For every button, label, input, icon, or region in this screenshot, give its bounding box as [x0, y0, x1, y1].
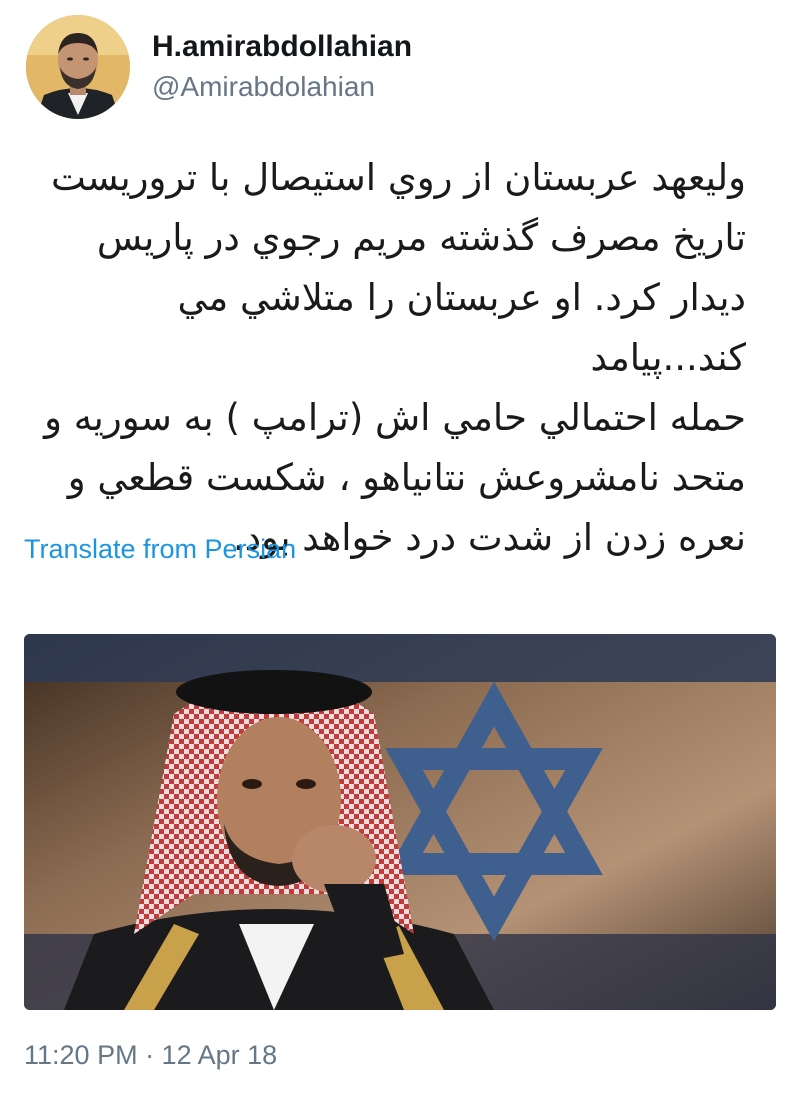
- display-name[interactable]: H.amirabdollahian: [152, 29, 412, 65]
- translate-link[interactable]: Translate from Persian: [24, 534, 296, 565]
- tweet-header: H.amirabdollahian @Amirabdolahian: [20, 15, 780, 125]
- tweet-timestamp[interactable]: 11:20 PM · 12 Apr 18: [24, 1040, 277, 1071]
- avatar[interactable]: [26, 15, 130, 119]
- profile-photo-icon: [26, 15, 130, 119]
- user-handle[interactable]: @Amirabdolahian: [152, 69, 412, 105]
- user-names: H.amirabdollahian @Amirabdolahian: [152, 29, 412, 105]
- photo-icon: [24, 634, 776, 1010]
- tweet-image[interactable]: [24, 634, 776, 1010]
- tweet-text: وليعهد عربستان از روي استيصال با تروريست…: [44, 156, 746, 559]
